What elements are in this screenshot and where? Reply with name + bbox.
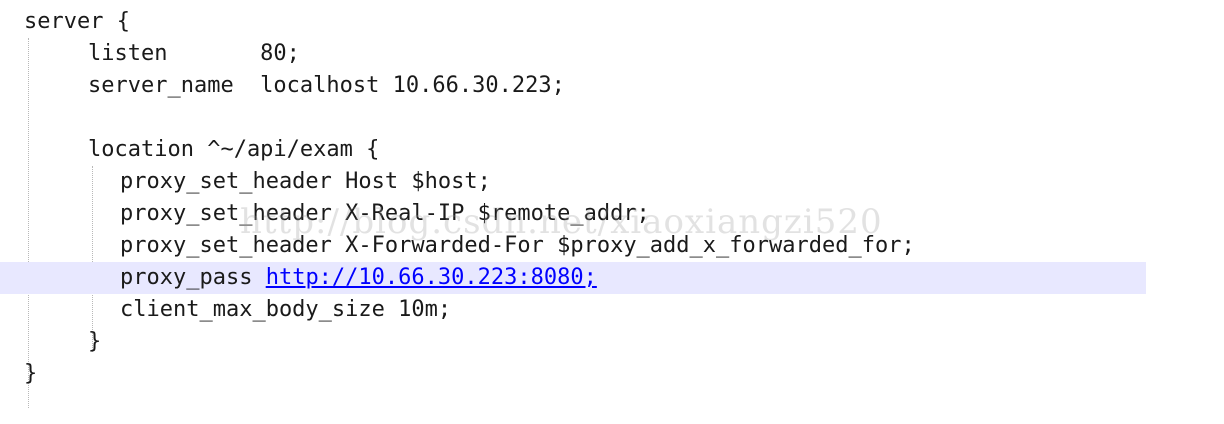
code-line: }: [0, 326, 101, 358]
code-line: listen 80;: [0, 38, 300, 70]
code-text: listen 80;: [88, 41, 300, 66]
code-text: client_max_body_size 10m;: [120, 297, 452, 322]
proxy-pass-link[interactable]: http://10.66.30.223:8080;: [266, 265, 597, 290]
code-text: proxy_set_header Host $host;: [120, 169, 491, 194]
code-line: proxy_set_header X-Real-IP $remote_addr;: [0, 198, 650, 230]
code-line: proxy_set_header X-Forwarded-For $proxy_…: [0, 230, 915, 262]
code-line: client_max_body_size 10m;: [0, 294, 451, 326]
watermark: http://blog.csdn.net/xiaoxiangzi520: [240, 202, 883, 242]
current-line-highlight: proxy_pass http://10.66.30.223:8080;: [0, 262, 1146, 294]
code-line: location ^~/api/exam {: [0, 134, 379, 166]
code-line: }: [0, 358, 53, 390]
code-text: server {: [24, 9, 130, 34]
code-text: location ^~/api/exam {: [88, 137, 380, 162]
code-line: server {: [0, 6, 130, 38]
code-text: }: [24, 361, 38, 386]
code-text: server_name localhost 10.66.30.223;: [88, 73, 565, 98]
code-text: }: [88, 329, 102, 354]
code-line: server_name localhost 10.66.30.223;: [0, 70, 565, 102]
code-editor[interactable]: server { listen 80; server_name localhos…: [0, 0, 1224, 424]
indent-guide: [92, 166, 93, 352]
code-line: proxy_set_header Host $host;: [0, 166, 491, 198]
code-keyword: proxy_pass: [120, 265, 266, 290]
code-text: proxy_pass http://10.66.30.223:8080;: [120, 262, 597, 294]
